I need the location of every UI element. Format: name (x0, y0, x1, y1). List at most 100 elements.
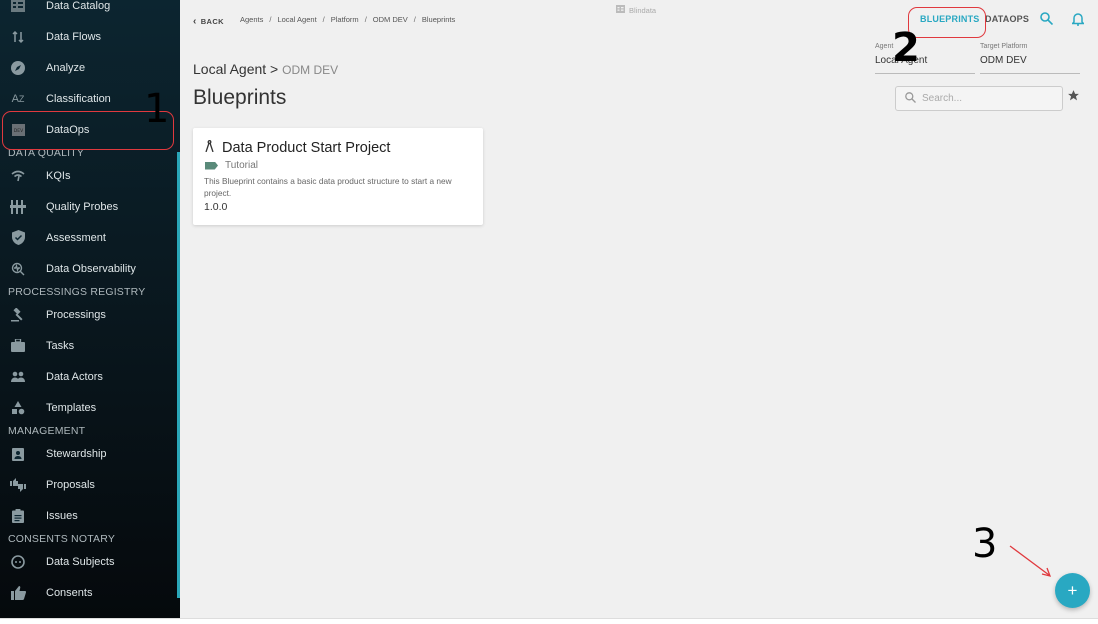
sidebar-item-data-catalog[interactable]: Data Catalog (0, 0, 176, 21)
briefcase-icon (10, 338, 26, 354)
sidebar-item-label: Processings (46, 308, 106, 321)
target-platform-value: ODM DEV (980, 55, 1027, 66)
sidebar-item-issues[interactable]: Issues (0, 500, 176, 531)
card-title-text: Data Product Start Project (222, 140, 391, 156)
card-title: Data Product Start Project (205, 140, 390, 156)
sidebar-item-tasks[interactable]: Tasks (0, 330, 176, 361)
card-description: This Blueprint contains a basic data pro… (204, 176, 452, 198)
breadcrumb-item[interactable]: Platform (331, 15, 359, 24)
sidebar-item-consents[interactable]: Consents (0, 577, 176, 608)
dataops-icon: DEV (10, 122, 26, 138)
sidebar-item-assessment[interactable]: Assessment (0, 222, 176, 253)
probes-icon (10, 199, 26, 215)
page-title: Blueprints (193, 86, 287, 109)
sidebar-item-data-flows[interactable]: Data Flows (0, 21, 176, 52)
sidebar-item-processings[interactable]: Processings (0, 299, 176, 330)
badge-icon (10, 446, 26, 462)
tag-icon (205, 161, 218, 170)
sidebar: Data Catalog Data Flows Analyze AZ Class… (0, 0, 180, 618)
shield-check-icon (10, 230, 26, 246)
shapes-icon (10, 400, 26, 416)
subtitle-platform: ODM DEV (282, 63, 339, 77)
breadcrumb-item[interactable]: Local Agent (277, 15, 316, 24)
svg-text:DEV: DEV (13, 128, 23, 134)
card-version: 1.0.0 (204, 201, 228, 213)
search-input[interactable] (922, 93, 1052, 104)
sidebar-item-data-observability[interactable]: Data Observability (0, 253, 176, 284)
sidebar-item-classification[interactable]: AZ Classification (0, 83, 176, 114)
nav-blueprints[interactable]: BLUEPRINTS (920, 14, 980, 24)
breadcrumb-item[interactable]: Agents (240, 15, 263, 24)
section-header: DATA QUALITY (8, 147, 85, 159)
section-header: PROCESSINGS REGISTRY (8, 286, 146, 298)
sidebar-item-analyze[interactable]: Analyze (0, 52, 176, 83)
chevron-left-icon: ‹ (193, 16, 197, 27)
main-content: ‹ BACK Agents / Local Agent / Platform /… (180, 0, 1098, 618)
favorite-star-icon[interactable] (1067, 89, 1081, 103)
brand-name: Blindata (629, 5, 657, 15)
face-icon (10, 554, 26, 570)
bottom-edge (0, 618, 1098, 624)
breadcrumb-separator: / (413, 15, 416, 24)
sidebar-item-label: Tasks (46, 339, 75, 352)
sidebar-item-label: Stewardship (46, 447, 107, 460)
breadcrumb-item: Blueprints (421, 15, 456, 24)
section-header: MANAGEMENT (8, 425, 86, 437)
sidebar-item-templates[interactable]: Templates (0, 392, 176, 423)
compass-drafting-icon (205, 140, 214, 156)
agent-field-value: Local Agent (875, 55, 928, 66)
add-blueprint-button[interactable]: + (1055, 573, 1090, 608)
sidebar-item-quality-probes[interactable]: Quality Probes (0, 191, 176, 222)
section-header: CONSENTS NOTARY (8, 533, 116, 545)
nav-dataops[interactable]: DATAOPS (985, 14, 1029, 24)
breadcrumb-separator: / (322, 15, 325, 24)
wifi-signal-icon (10, 168, 26, 184)
az-sort-icon: AZ (11, 92, 25, 105)
observability-icon (10, 261, 26, 277)
sidebar-item-label: Data Flows (46, 30, 102, 43)
data-flows-icon (10, 29, 26, 45)
sidebar-item-label: Quality Probes (46, 200, 119, 213)
breadcrumb-item[interactable]: ODM DEV (373, 15, 408, 24)
sidebar-item-data-subjects[interactable]: Data Subjects (0, 546, 176, 577)
sidebar-item-label: Proposals (46, 478, 95, 491)
sidebar-item-stewardship[interactable]: Stewardship (0, 438, 176, 469)
sidebar-item-kqis[interactable]: KQIs (0, 160, 176, 191)
compass-icon (10, 60, 26, 76)
sidebar-item-label: Data Actors (46, 370, 103, 383)
card-tag: Tutorial (205, 160, 258, 171)
thumbs-icon (10, 477, 26, 493)
target-platform-label: Target Platform (980, 43, 1028, 50)
target-platform-field[interactable]: Target Platform ODM DEV (980, 43, 1080, 74)
agent-field[interactable]: Agent Local Agent (875, 43, 975, 74)
search-icon[interactable] (1040, 12, 1054, 26)
search-box (895, 86, 1063, 111)
gavel-icon (10, 307, 26, 323)
back-button[interactable]: ‹ BACK (193, 16, 224, 27)
page-subtitle: Local Agent > ODM DEV (193, 61, 338, 77)
catalog-icon (10, 0, 26, 14)
sidebar-item-proposals[interactable]: Proposals (0, 469, 176, 500)
breadcrumb-separator: / (364, 15, 367, 24)
plus-icon: + (1067, 580, 1078, 600)
breadcrumb: Agents / Local Agent / Platform / ODM DE… (240, 15, 455, 24)
people-icon (10, 369, 26, 385)
sidebar-item-label: Data Catalog (46, 0, 111, 12)
sidebar-item-label: Consents (46, 586, 93, 599)
card-tag-label: Tutorial (225, 160, 258, 171)
sidebar-item-label: DataOps (46, 123, 90, 136)
subtitle-agent: Local Agent > (193, 61, 279, 77)
sidebar-item-data-actors[interactable]: Data Actors (0, 361, 176, 392)
thumb-up-icon (10, 585, 26, 601)
back-label: BACK (200, 17, 224, 26)
agent-field-label: Agent (875, 43, 894, 50)
search-icon (905, 90, 916, 108)
sidebar-item-label: Classification (46, 92, 111, 105)
clipboard-icon (10, 508, 26, 524)
sidebar-item-dataops[interactable]: DEV DataOps (0, 114, 176, 145)
bell-icon[interactable] (1070, 12, 1086, 26)
sidebar-item-label: Templates (46, 401, 97, 414)
blueprint-card[interactable]: Data Product Start Project Tutorial This… (193, 128, 483, 225)
sidebar-item-label: Analyze (46, 61, 86, 74)
sidebar-item-label: KQIs (46, 169, 71, 182)
